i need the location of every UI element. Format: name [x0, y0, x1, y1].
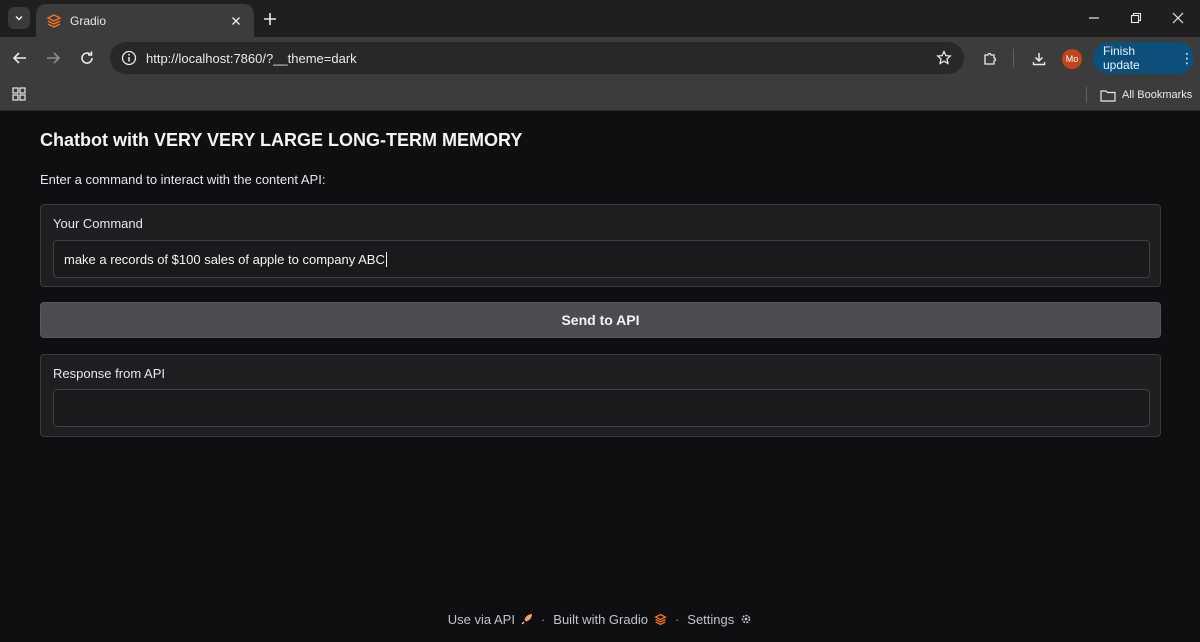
- minimize-icon: [1089, 17, 1099, 19]
- arrow-left-icon: [12, 52, 26, 64]
- bookmark-star-icon[interactable]: [934, 48, 954, 68]
- response-label: Response from API: [53, 366, 165, 381]
- url-text[interactable]: http://localhost:7860/?__theme=dark: [146, 51, 934, 66]
- apps-grid-icon[interactable]: [10, 85, 28, 103]
- built-with-gradio-link[interactable]: Built with Gradio: [553, 612, 648, 627]
- downloads-button[interactable]: [1028, 48, 1050, 70]
- response-block: Response from API: [40, 354, 1161, 437]
- restore-icon: [1130, 12, 1142, 24]
- settings-link[interactable]: Settings: [687, 612, 734, 627]
- profile-avatar[interactable]: Mo: [1062, 49, 1082, 69]
- close-icon: [1172, 12, 1184, 24]
- gradio-logo-icon: [46, 13, 62, 29]
- send-to-api-button[interactable]: Send to API: [40, 302, 1161, 338]
- tab-strip: Gradio: [0, 0, 1200, 37]
- new-tab-button[interactable]: [260, 9, 280, 29]
- text-caret: [385, 251, 387, 267]
- use-via-api-link[interactable]: Use via API: [448, 612, 515, 627]
- folder-icon: [1100, 89, 1116, 102]
- reload-icon: [81, 51, 93, 64]
- all-bookmarks-button[interactable]: All Bookmarks: [1100, 86, 1192, 104]
- close-tab-icon[interactable]: [228, 13, 244, 29]
- command-input[interactable]: make a records of $100 sales of apple to…: [53, 240, 1150, 278]
- finish-update-button[interactable]: Finish update ⋮: [1093, 42, 1194, 74]
- toolbar-divider: [1013, 49, 1014, 67]
- command-input-value: make a records of $100 sales of apple to…: [64, 251, 385, 267]
- back-button[interactable]: [9, 47, 31, 69]
- minimize-button[interactable]: [1084, 8, 1104, 28]
- bookmarks-divider: [1086, 87, 1087, 103]
- finish-update-label: Finish update: [1103, 44, 1140, 72]
- puzzle-icon: [984, 52, 997, 65]
- gradio-page: Chatbot with VERY VERY LARGE LONG-TERM M…: [0, 112, 1200, 642]
- close-window-button[interactable]: [1168, 8, 1188, 28]
- response-output[interactable]: [53, 389, 1150, 427]
- all-bookmarks-label: All Bookmarks: [1122, 89, 1193, 101]
- site-info-icon[interactable]: [120, 49, 138, 67]
- chevron-down-icon: [15, 15, 23, 21]
- bookmarks-bar: All Bookmarks: [0, 80, 1200, 111]
- rocket-icon: [521, 613, 533, 625]
- plus-icon: [264, 13, 276, 25]
- address-bar[interactable]: http://localhost:7860/?__theme=dark: [110, 42, 964, 74]
- reload-button[interactable]: [76, 47, 98, 69]
- page-title: Chatbot with VERY VERY LARGE LONG-TERM M…: [40, 130, 523, 150]
- gear-icon: [740, 613, 752, 625]
- more-vert-icon: ⋮: [1180, 50, 1194, 66]
- arrow-right-icon: [47, 52, 61, 64]
- download-icon: [1032, 53, 1046, 66]
- gradio-logo-icon: [654, 613, 667, 626]
- browser-tab[interactable]: Gradio: [36, 4, 254, 37]
- gradio-footer: Use via API · Built with Gradio · Settin…: [0, 610, 1200, 628]
- tab-title: Gradio: [70, 13, 107, 28]
- browser-toolbar: http://localhost:7860/?__theme=dark Mo F…: [0, 37, 1200, 80]
- footer-separator: ·: [674, 611, 680, 627]
- extensions-button[interactable]: [979, 48, 1001, 70]
- page-description: Enter a command to interact with the con…: [40, 172, 326, 187]
- footer-separator: ·: [540, 611, 546, 627]
- restore-button[interactable]: [1126, 8, 1146, 28]
- tab-search-button[interactable]: [8, 7, 30, 29]
- forward-button[interactable]: [42, 47, 64, 69]
- command-label: Your Command: [53, 216, 143, 231]
- command-block: Your Command make a records of $100 sale…: [40, 204, 1161, 287]
